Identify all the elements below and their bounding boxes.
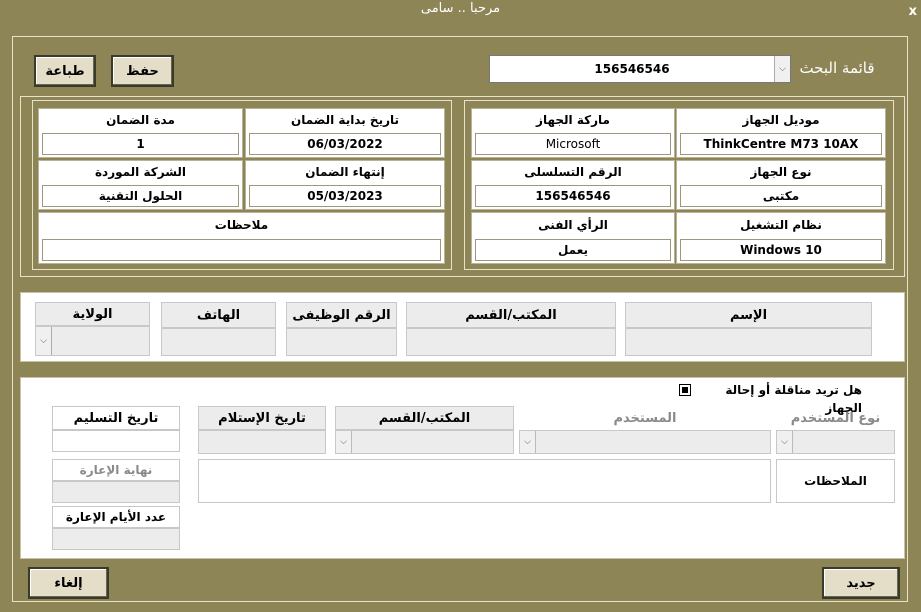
close-icon[interactable]: x <box>909 4 917 20</box>
loan-days-label: عدد الأيام الإعارة <box>52 506 180 528</box>
chevron-down-icon[interactable]: ⌵ <box>336 431 352 453</box>
job-number-field[interactable] <box>286 328 397 356</box>
deliver-date-field[interactable] <box>52 430 180 452</box>
deliver-date-label: تاريخ التسليم <box>52 406 180 430</box>
title-bar: مرحبا .. سامى x <box>0 0 921 24</box>
os-box: نظام التشغيل Windows 10 <box>676 212 886 264</box>
serial-label: الرقم التسلسلى <box>524 165 622 179</box>
warranty-duration-box: مدة الضمان 1 <box>38 108 243 158</box>
cancel-button[interactable]: إلغاء <box>28 567 109 599</box>
loan-end-label: نهاية الإعارة <box>52 459 180 481</box>
brand-box: ماركة الجهاز Microsoft <box>471 108 675 158</box>
warranty-duration-label: مدة الضمان <box>106 113 175 127</box>
transfer-checkbox[interactable] <box>679 384 691 396</box>
user-type-label: نوع المستخدم <box>790 410 881 426</box>
warranty-end-field[interactable]: 05/03/2023 <box>249 185 441 207</box>
transfer-office-label: المكتب/القسم <box>335 406 514 430</box>
type-label: نوع الجهاز <box>750 165 812 179</box>
search-label: قائمة البحث <box>799 59 875 77</box>
model-box: موديل الجهاز ThinkCentre M73 10AX <box>676 108 886 158</box>
tech-box: الرأي الفنى يعمل <box>471 212 675 264</box>
warranty-start-box: تاريخ بداية الضمان 06/03/2022 <box>245 108 445 158</box>
transfer-question: هل تريد مناقلة أو إحالة الجهاز <box>725 383 862 415</box>
save-button[interactable]: حفظ <box>111 55 174 87</box>
warranty-duration-field[interactable]: 1 <box>42 133 239 155</box>
type-field[interactable]: مكتبى <box>680 185 882 207</box>
chevron-down-icon[interactable]: ⌵ <box>777 431 793 453</box>
name-field[interactable] <box>625 328 872 356</box>
state-select[interactable]: ⌵ <box>35 326 150 356</box>
tech-field[interactable]: يعمل <box>475 239 671 261</box>
transfer-notes-field[interactable] <box>198 459 771 503</box>
warranty-end-label: إنتهاء الضمان <box>305 165 385 179</box>
serial-box: الرقم التسلسلى 156546546 <box>471 160 675 210</box>
os-label: نظام التشغيل <box>740 218 822 232</box>
chevron-down-icon[interactable]: ⌵ <box>774 56 790 82</box>
search-value[interactable]: 156546546 <box>490 56 774 82</box>
receive-date-field[interactable] <box>198 430 326 454</box>
receive-date-label: تاريخ الإستلام <box>198 406 326 430</box>
user-select[interactable]: ⌵ <box>519 430 771 454</box>
transfer-office-select[interactable]: ⌵ <box>335 430 514 454</box>
office-field[interactable] <box>406 328 616 356</box>
name-label: الإسم <box>625 302 872 328</box>
user-type-select[interactable]: ⌵ <box>776 430 895 454</box>
supplier-label: الشركة الموردة <box>94 165 187 179</box>
model-field[interactable]: ThinkCentre M73 10AX <box>680 133 882 155</box>
chevron-down-icon[interactable]: ⌵ <box>36 327 52 355</box>
new-button[interactable]: جديد <box>822 567 900 599</box>
window-title: مرحبا .. سامى <box>420 1 501 16</box>
job-number-label: الرقم الوظيفى <box>286 302 397 328</box>
supplier-box: الشركة الموردة الحلول التقنية <box>38 160 243 210</box>
type-box: نوع الجهاز مكتبى <box>676 160 886 210</box>
warranty-start-field[interactable]: 06/03/2022 <box>249 133 441 155</box>
warranty-notes-field[interactable] <box>42 239 441 261</box>
model-label: موديل الجهاز <box>742 113 820 127</box>
search-combo[interactable]: 156546546 ⌵ <box>489 55 791 83</box>
phone-field[interactable] <box>161 328 276 356</box>
state-label: الولاية <box>35 302 150 326</box>
tech-label: الرأي الفنى <box>538 218 608 232</box>
print-button[interactable]: طباعة <box>34 55 96 87</box>
warranty-notes-box: ملاحظات <box>38 212 445 264</box>
loan-end-field[interactable] <box>52 481 180 503</box>
transfer-notes-label: الملاحظات <box>776 459 895 503</box>
checkbox-mark-icon <box>682 387 688 393</box>
warranty-end-box: إنتهاء الضمان 05/03/2023 <box>245 160 445 210</box>
loan-days-field[interactable] <box>52 528 180 550</box>
serial-field[interactable]: 156546546 <box>475 185 671 207</box>
brand-field[interactable]: Microsoft <box>475 133 671 155</box>
os-field[interactable]: Windows 10 <box>680 239 882 261</box>
warranty-start-label: تاريخ بداية الضمان <box>291 113 399 127</box>
chevron-down-icon[interactable]: ⌵ <box>520 431 536 453</box>
brand-label: ماركة الجهاز <box>536 113 610 127</box>
user-label: المستخدم <box>613 410 677 426</box>
office-label: المكتب/القسم <box>406 302 616 328</box>
phone-label: الهاتف <box>161 302 276 328</box>
supplier-field[interactable]: الحلول التقنية <box>42 185 239 207</box>
warranty-notes-label: ملاحظات <box>214 218 269 232</box>
